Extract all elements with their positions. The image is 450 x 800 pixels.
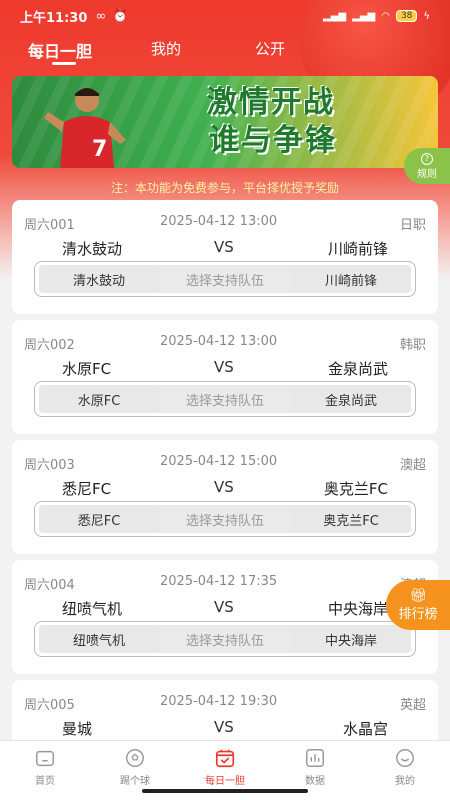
match-card: 周六001 2025-04-12 13:00 日职 清水鼓动 VS 川崎前锋 清水鼓动 … — [12, 200, 438, 314]
support-picker: 悉尼FC 选择支持队伍 奥克兰FC — [34, 501, 416, 537]
tab-underline — [52, 62, 76, 65]
football-icon — [126, 749, 144, 767]
pick-home-button[interactable]: 水原FC — [39, 385, 159, 413]
support-picker: 清水鼓动 选择支持队伍 川崎前锋 — [34, 261, 416, 297]
away-team: 中央海岸 — [327, 600, 388, 618]
svg-text:7: 7 — [92, 137, 107, 162]
match-datetime: 2025-04-12 17:35 — [160, 574, 278, 589]
home-indicator — [142, 789, 308, 793]
pick-prompt: 选择支持队伍 — [159, 385, 291, 413]
home-team: 水原FC — [62, 360, 112, 378]
nav-home[interactable]: 首页 — [0, 741, 90, 800]
match-code: 周六001 — [24, 218, 75, 233]
support-picker: 水原FC 选择支持队伍 金泉尚武 — [34, 381, 416, 417]
signal-icon: ▂▄▆ — [323, 10, 347, 22]
match-league: 英超 — [399, 698, 426, 713]
tab-public[interactable]: 公开 — [255, 38, 285, 59]
support-picker: 纽喷气机 选择支持队伍 中央海岸 — [34, 621, 416, 657]
vs-label: VS — [214, 358, 234, 376]
link-icon: ∞ — [95, 8, 107, 24]
match-code: 周六004 — [24, 578, 75, 593]
signal-icon-2: ▂▄▆ — [352, 10, 376, 22]
promo-banner[interactable]: 7 激情开战 谁与争锋 — [12, 76, 438, 168]
pick-away-button[interactable]: 奥克兰FC — [291, 505, 411, 533]
home-team: 清水鼓动 — [62, 240, 123, 258]
pick-away-button[interactable]: 川崎前锋 — [291, 265, 411, 293]
pick-away-button[interactable]: 中央海岸 — [291, 625, 411, 653]
tab-daily-pick[interactable]: 每日一胆 — [28, 38, 92, 62]
nav-mine[interactable]: 我的 — [360, 741, 450, 800]
home-team: 悉尼FC — [62, 480, 112, 498]
chart-icon — [306, 749, 324, 767]
pick-away-button[interactable]: 金泉尚武 — [291, 385, 411, 413]
match-code: 周六003 — [24, 458, 75, 473]
top-tabs: 每日一胆 我的 公开 — [0, 32, 450, 68]
pick-home-button[interactable]: 纽喷气机 — [39, 625, 159, 653]
match-code: 周六002 — [24, 338, 75, 353]
leaderboard-button[interactable]: 🎁︎ 排行榜 — [386, 580, 450, 630]
away-team: 水晶宫 — [342, 720, 388, 738]
status-time: 上午11:30 — [20, 10, 88, 26]
charging-icon: ϟ — [423, 10, 430, 22]
banner-slogan: 激情开战 谁与争锋 — [207, 85, 337, 158]
match-code: 周六005 — [24, 698, 75, 713]
pick-home-button[interactable]: 清水鼓动 — [39, 265, 159, 293]
pick-prompt: 选择支持队伍 — [159, 625, 291, 653]
match-league: 韩职 — [399, 338, 426, 353]
vs-label: VS — [214, 238, 234, 256]
alarm-icon: ⏰ — [112, 8, 129, 24]
match-card: 周六003 2025-04-12 15:00 澳超 悉尼FC VS 奥克兰FC 悉尼FC… — [12, 440, 438, 554]
calendar-check-icon — [215, 749, 235, 768]
question-icon: ? — [421, 152, 433, 165]
status-bar: 上午11:30 ∞ ⏰ ▂▄▆ ▂▄▆ ◠ 38 ϟ — [0, 0, 450, 32]
pick-prompt: 选择支持队伍 — [159, 505, 291, 533]
notice-text: 注：本功能为免费参与，平台择优授予奖励 — [110, 181, 339, 195]
smile-icon — [396, 749, 414, 767]
match-list: 周六001 2025-04-12 13:00 日职 清水鼓动 VS 川崎前锋 清水鼓动 … — [12, 200, 438, 800]
match-datetime: 2025-04-12 13:00 — [160, 214, 278, 229]
gift-icon: 🎁︎ — [409, 587, 427, 604]
wifi-icon: ◠ — [381, 10, 390, 22]
match-datetime: 2025-04-12 15:00 — [160, 454, 278, 469]
match-datetime: 2025-04-12 19:30 — [160, 694, 278, 709]
match-league: 澳超 — [399, 458, 426, 473]
home-icon — [36, 750, 54, 767]
away-team: 奥克兰FC — [323, 480, 388, 498]
match-card: 周六002 2025-04-12 13:00 韩职 水原FC VS 金泉尚武 水原FC … — [12, 320, 438, 434]
pick-prompt: 选择支持队伍 — [159, 265, 291, 293]
pick-home-button[interactable]: 悉尼FC — [39, 505, 159, 533]
away-team: 川崎前锋 — [327, 240, 388, 258]
vs-label: VS — [214, 718, 234, 736]
vs-label: VS — [214, 478, 234, 496]
match-datetime: 2025-04-12 13:00 — [160, 334, 278, 349]
away-team: 金泉尚武 — [327, 360, 388, 378]
home-team: 曼城 — [62, 720, 93, 738]
player-illustration: 7 — [44, 88, 126, 168]
tab-mine[interactable]: 我的 — [151, 38, 181, 59]
vs-label: VS — [214, 598, 234, 616]
home-team: 纽喷气机 — [62, 600, 123, 618]
match-league: 日职 — [399, 218, 426, 233]
battery-indicator: 38 — [395, 10, 418, 22]
match-card: 周六0042025-04-12 17:35澳超 纽喷气机VS中央海岸 纽喷气机 … — [12, 560, 438, 674]
